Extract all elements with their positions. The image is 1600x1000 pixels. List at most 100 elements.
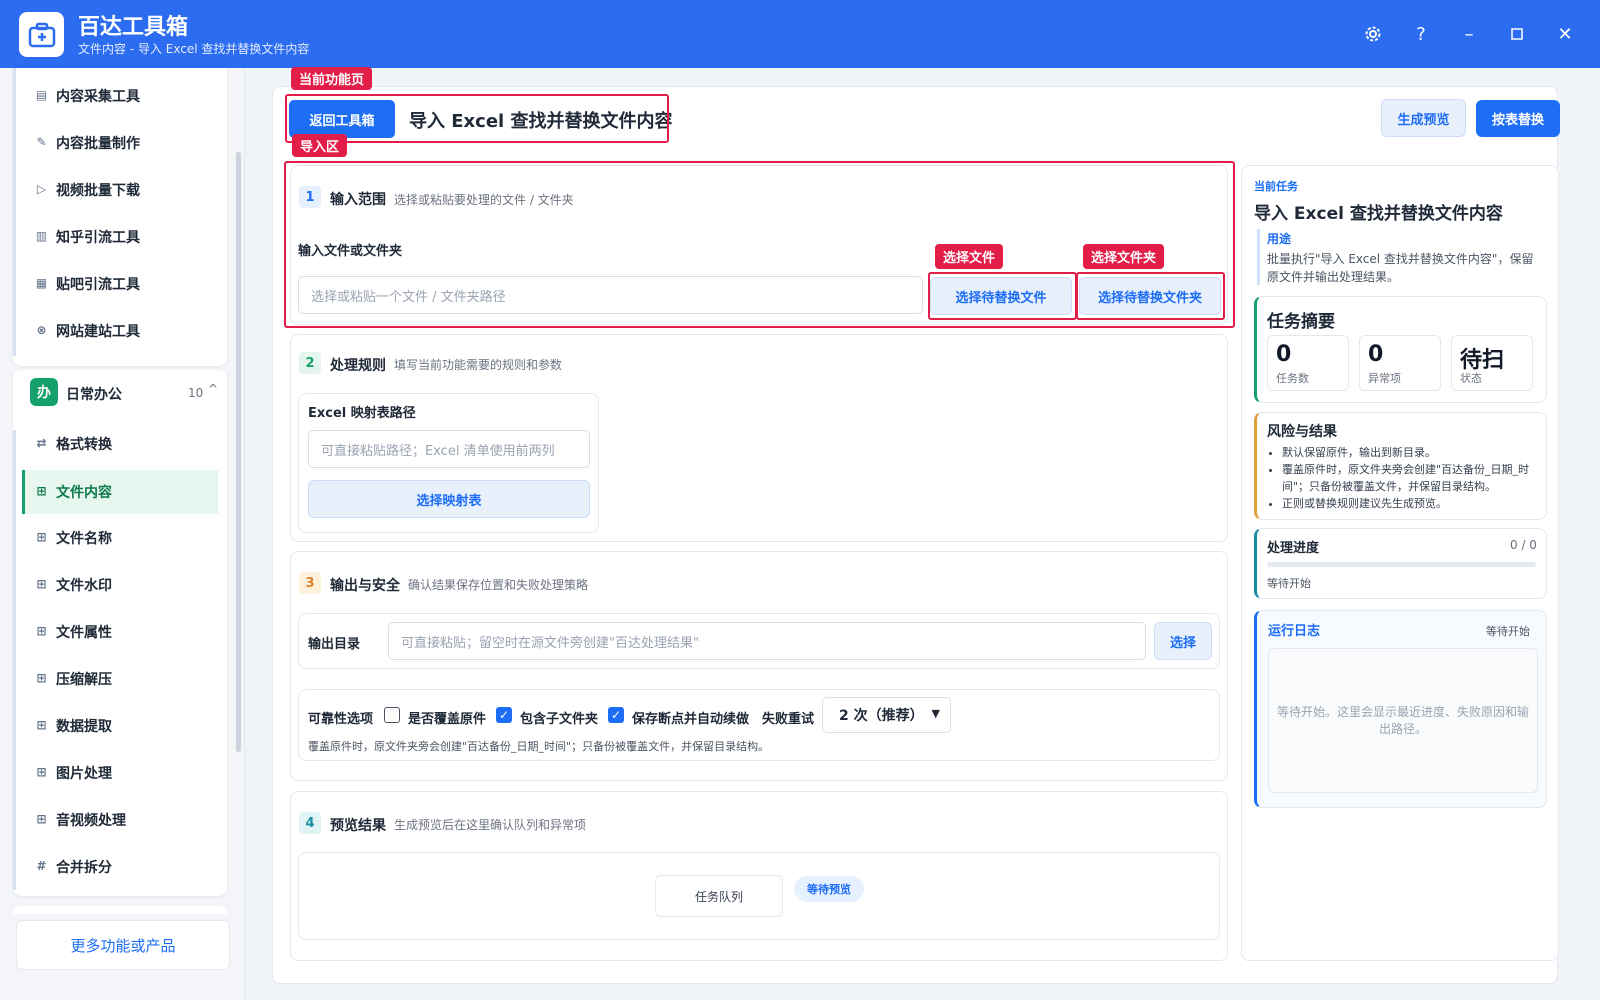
preview-button[interactable]: 生成预览 [1381,99,1466,137]
group-line [13,430,16,890]
sidebar-item-label: 音视频处理 [56,813,126,829]
sidebar-item-format[interactable]: ⇄ 格式转换 [22,424,218,464]
risk-item: 覆盖原件时，原文件夹旁会创建"百达备份_日期_时间"；只备份被覆盖文件，并保留目… [1282,461,1538,495]
replace-button[interactable]: 按表替换 [1476,100,1560,137]
sidebar-item-label: 文件水印 [56,578,112,594]
sidebar-item-zhihu[interactable]: ▥ 知乎引流工具 [22,217,218,257]
sidebar-item-label: 文件名称 [56,531,112,547]
stat-label: 任务数 [1276,372,1309,385]
sidebar-item-label: 网站建站工具 [56,324,140,340]
section-desc: 生成预览后在这里确认队列和异常项 [394,818,587,832]
sidebar-item-label: 数据提取 [56,719,112,735]
section-number: 2 [299,352,321,374]
close-icon[interactable]: ✕ [1551,20,1579,48]
sidebar-item-extract[interactable]: ⊞ 数据提取 [22,706,218,746]
input-path-field[interactable]: 选择或粘贴一个文件 / 文件夹路径 [298,276,923,314]
sidebar-item-label: 压缩解压 [56,672,112,688]
progress-title: 处理进度 [1267,541,1320,556]
grid-icon: ⊞ [36,484,47,498]
input-label: 输入文件或文件夹 [298,244,403,259]
mapping-path-field[interactable]: 可直接粘贴路径；Excel 清单使用前两列 [308,430,590,468]
section-desc: 选择或粘贴要处理的文件 / 文件夹 [394,193,574,207]
placeholder-text: 可直接粘贴路径；Excel 清单使用前两列 [321,443,555,459]
section-number: 1 [299,186,321,208]
select-file-tag: 选择文件 [935,244,1004,269]
log-output: 等待开始。这里会显示最近进度、失败原因和输出路径。 [1268,648,1538,793]
post-icon: ▦ [35,276,48,290]
sidebar-item-compress[interactable]: ⊞ 压缩解压 [22,659,218,699]
sidebar-item-merge[interactable]: # 合并拆分 [22,847,218,887]
resume-checkbox[interactable]: ✓ [608,707,624,723]
swap-icon: ⇄ [36,436,47,450]
sidebar-item-file-content[interactable]: ⊞ 文件内容 [22,470,218,514]
select-mapping-button[interactable]: 选择映射表 [308,480,590,518]
sidebar-item-label: 知乎引流工具 [56,230,140,246]
status-badge: 等待预览 [794,876,864,902]
retry-select[interactable]: 2 次（推荐） ▼ [822,697,951,733]
sidebar-item-watermark[interactable]: ⊞ 文件水印 [22,565,218,605]
sidebar-item-label: 图片处理 [56,766,112,782]
select-file-button[interactable]: 选择待替换文件 [930,277,1072,315]
placeholder-text: 选择或粘贴一个文件 / 文件夹路径 [311,289,506,305]
sidebar-item-content-batch[interactable]: ✎ 内容批量制作 [22,123,218,163]
sidebar-item-label: 格式转换 [56,437,112,453]
maximize-icon[interactable] [1503,20,1531,48]
settings-icon[interactable] [1359,20,1387,48]
sidebar-item-attributes[interactable]: ⊞ 文件属性 [22,612,218,652]
sidebar-scrollbar[interactable] [236,152,241,752]
select-folder-button[interactable]: 选择待替换文件夹 [1079,277,1221,315]
output-select-button[interactable]: 选择 [1154,622,1212,660]
risk-list: 默认保留原件，输出到新目录。 覆盖原件时，原文件夹旁会创建"百达备份_日期_时间… [1282,444,1538,512]
stat-label: 状态 [1460,372,1482,385]
output-label: 输出目录 [308,637,361,652]
help-icon[interactable]: ? [1407,20,1435,48]
output-dir-field[interactable]: 可直接粘贴；留空时在源文件旁创建"百达处理结果" [388,622,1146,660]
minimize-icon[interactable]: – [1455,20,1483,48]
retry-value: 2 次（推荐） [839,708,924,724]
overwrite-checkbox[interactable] [384,707,400,723]
sidebar: ▤ 内容采集工具 ✎ 内容批量制作 ▷ 视频批量下载 ▥ 知乎引流工具 ▦ 贴吧引流工具 … [0,68,245,1000]
sidebar-item-label: 内容批量制作 [56,136,140,152]
section-title: 处理规则 [330,358,386,374]
current-task-label: 当前任务 [1254,180,1298,193]
chevron-down-icon: ▼ [931,707,940,720]
reliability-label: 可靠性选项 [308,712,374,727]
section-title: 输出与安全 [330,578,400,594]
subfolder-checkbox[interactable]: ✓ [496,707,512,723]
group-count: 10 [188,386,204,400]
document-icon: ▤ [35,88,48,102]
risk-title: 风险与结果 [1267,424,1337,440]
sidebar-item-video-download[interactable]: ▷ 视频批量下载 [22,170,218,210]
stat-label: 异常项 [1368,372,1401,385]
book-icon: ▥ [35,229,48,243]
sidebar-item-image[interactable]: ⊞ 图片处理 [22,753,218,793]
back-button[interactable]: 返回工具箱 [289,100,395,138]
section-number: 4 [299,812,321,834]
grid-icon: ⊞ [36,812,47,826]
group-line [13,68,16,356]
pen-icon: ✎ [36,135,47,149]
sidebar-item-label: 视频批量下载 [56,183,140,199]
overwrite-label: 是否覆盖原件 [408,712,487,727]
current-page-tag: 当前功能页 [291,67,373,90]
sidebar-item-content-collect[interactable]: ▤ 内容采集工具 [22,76,218,116]
sidebar-item-label: 内容采集工具 [56,89,140,105]
title-bar: 百达工具箱 文件内容 - 导入 Excel 查找并替换文件内容 ? – ✕ [0,0,1600,68]
placeholder-text: 可直接粘贴；留空时在源文件旁创建"百达处理结果" [401,635,699,651]
hash-icon: # [36,859,47,873]
grid-icon: ⊞ [36,577,47,591]
sidebar-item-website[interactable]: ⊗ 网站建站工具 [22,311,218,351]
select-folder-tag: 选择文件夹 [1083,244,1165,269]
task-title: 导入 Excel 查找并替换文件内容 [1254,204,1503,224]
grid-icon: ⊞ [36,624,47,638]
sidebar-item-tieba[interactable]: ▦ 贴吧引流工具 [22,264,218,304]
section-desc: 确认结果保存位置和失败处理策略 [408,578,589,592]
more-products-button[interactable]: 更多功能或产品 [16,920,230,970]
sidebar-item-media[interactable]: ⊞ 音视频处理 [22,800,218,840]
overwrite-note: 覆盖原件时，原文件夹旁会创建"百达备份_日期_时间"；只备份被覆盖文件，并保留目… [308,740,770,753]
task-queue-label: 任务队列 [655,875,783,917]
sidebar-item-file-name[interactable]: ⊞ 文件名称 [22,518,218,558]
stat-status: 待扫 状态 [1451,335,1533,391]
summary-title: 任务摘要 [1267,312,1335,332]
group-toggle[interactable]: ^ [208,382,218,396]
